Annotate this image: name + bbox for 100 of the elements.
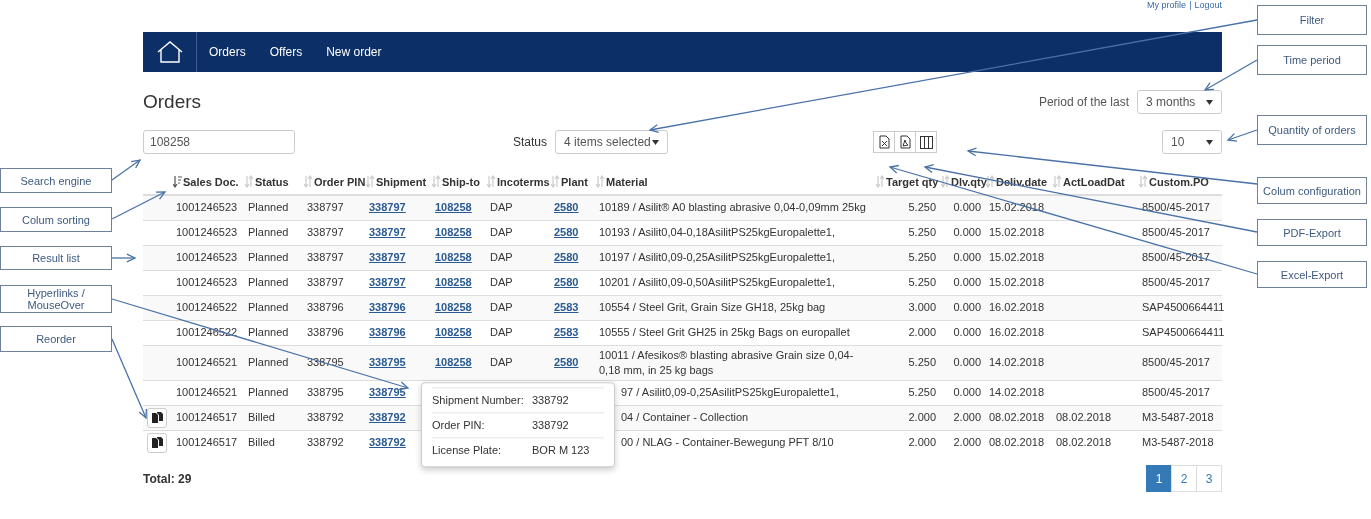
table-cell: 15.02.2018 <box>989 275 1045 290</box>
table-cell: 10201 / Asilit0,09-0,50AsilitPS25kgEuropalette1, <box>599 275 836 290</box>
table-cell-text: 97 / Asilit0,09-0,25AsilitPS25kgEuropalette1, <box>620 385 839 400</box>
table-link[interactable]: 338792 <box>369 436 406 449</box>
table-cell: Planned <box>248 225 289 240</box>
page-button[interactable]: 3 <box>1196 465 1222 492</box>
column-header[interactable]: Shipment <box>376 175 427 188</box>
table-cell: 8500/45-2017 <box>1142 225 1210 240</box>
column-header[interactable]: Dlv.qty <box>951 175 987 188</box>
table-link[interactable]: 338797 <box>369 201 406 214</box>
table-link[interactable]: 338795 <box>369 356 406 368</box>
status-label: Status <box>513 135 548 149</box>
sort-icon[interactable] <box>173 175 182 188</box>
table-link[interactable]: 108258 <box>435 276 472 288</box>
table-cell: 338796 <box>307 325 344 340</box>
page-button[interactable]: 2 <box>1171 465 1197 492</box>
table-link[interactable]: 108258 <box>435 356 472 368</box>
column-config-button[interactable] <box>915 131 937 153</box>
table-cell: M3-5487-2018 <box>1142 435 1214 451</box>
table-link[interactable]: 108258 <box>435 201 472 214</box>
table-cell: 2.000 <box>908 325 936 340</box>
table-cell: Planned <box>248 275 289 290</box>
column-header[interactable]: Custom.PO <box>1149 175 1209 188</box>
table-link[interactable]: 2580 <box>554 226 579 238</box>
table-cell: 10555 / Steel Grit GH25 in 25kg Bags on europallet <box>599 325 850 340</box>
excel-export-button[interactable] <box>873 131 895 153</box>
pdf-file-icon <box>899 135 911 149</box>
column-header[interactable]: ActLoadDat <box>1063 175 1125 188</box>
pdf-export-button[interactable] <box>894 131 916 153</box>
columns-icon <box>919 135 933 149</box>
search-field[interactable]: 108258 <box>143 130 295 154</box>
table-cell: Planned <box>248 385 289 400</box>
period-select[interactable]: 3 months <box>1137 90 1222 114</box>
annotation-callout: Filter <box>1257 5 1367 35</box>
page-size-select[interactable]: 10 <box>1162 130 1222 154</box>
table-cell: DAP <box>490 355 513 370</box>
table-link[interactable]: 338796 <box>369 301 406 313</box>
annotation-callout: PDF-Export <box>1257 219 1367 246</box>
column-header[interactable]: Deliv.date <box>996 175 1048 188</box>
annotation-callout: Result list <box>0 246 112 270</box>
table-cell: 338797 <box>307 225 344 240</box>
table-link[interactable]: 338796 <box>369 326 406 338</box>
annotation-callout: Excel-Export <box>1257 261 1367 288</box>
nav-link[interactable]: Offers <box>257 32 315 72</box>
table-cell: Planned <box>248 250 289 265</box>
annotation-callout: Colum sorting <box>0 207 112 232</box>
table-link[interactable]: 2580 <box>554 251 579 263</box>
table-cell: DAP <box>490 200 513 216</box>
table-cell-text: 04 / Container - Collection <box>620 410 749 425</box>
table-link[interactable]: 2583 <box>554 301 579 313</box>
page-button[interactable]: 1 <box>1146 465 1172 492</box>
table-link[interactable]: 108258 <box>435 251 472 263</box>
table-cell: 08.02.2018 <box>1056 410 1112 425</box>
column-header[interactable]: Target qty <box>886 175 939 188</box>
table-cell: 0.000 <box>953 385 981 400</box>
table-link[interactable]: 338792 <box>369 411 406 423</box>
table-cell: 15.02.2018 <box>989 250 1045 265</box>
caret-icon <box>652 139 660 145</box>
sort-icon[interactable] <box>941 175 950 188</box>
table-link[interactable]: 2583 <box>554 326 579 338</box>
table-link[interactable]: 108258 <box>435 301 472 313</box>
table-link[interactable]: 338797 <box>369 226 406 238</box>
table-cell: 14.02.2018 <box>989 355 1045 370</box>
header-link[interactable]: My profile <box>1147 0 1187 10</box>
status-select[interactable]: 4 items selected <box>555 130 669 154</box>
table-cell: 0.000 <box>953 275 981 290</box>
table-cell: 0.000 <box>953 250 981 265</box>
table-cell: 15.02.2018 <box>989 225 1045 240</box>
table-cell-text: 00 / NLAG - Container-Bewegung PFT 8/10 <box>620 435 834 451</box>
table-link[interactable]: 108258 <box>435 226 472 238</box>
table-cell: 10189 / Asilit® A0 blasting abrasive 0,04-0,09mm 25kg <box>599 200 866 216</box>
table-cell: 338797 <box>307 275 344 290</box>
sort-icon[interactable] <box>986 175 995 188</box>
table-link[interactable]: 2580 <box>554 356 579 368</box>
table-link[interactable]: 338795 <box>369 386 406 398</box>
reorder-button[interactable] <box>147 407 167 428</box>
column-header[interactable]: Plant <box>561 175 588 188</box>
header-link[interactable]: Logout <box>1194 0 1222 10</box>
column-header[interactable]: Order PIN <box>314 175 366 188</box>
caret-icon <box>1206 99 1213 105</box>
table-cell: 1001246523 <box>176 225 238 240</box>
column-header[interactable]: Material <box>606 175 648 188</box>
table-cell: 5.250 <box>908 355 936 370</box>
period-label: Period of the last <box>1038 95 1129 109</box>
table-link[interactable]: 2580 <box>554 201 579 214</box>
column-header[interactable]: Incoterms <box>497 175 550 188</box>
nav-link[interactable]: New order <box>314 32 394 72</box>
reorder-button[interactable] <box>147 432 167 453</box>
table-link[interactable]: 338797 <box>369 251 406 263</box>
nav-link[interactable]: Orders <box>197 32 258 72</box>
table-cell: Billed <box>248 435 275 451</box>
table-link[interactable]: 338797 <box>369 276 406 288</box>
column-header[interactable]: Sales Doc. <box>183 175 239 188</box>
table-link[interactable]: 108258 <box>435 326 472 338</box>
column-header[interactable]: Status <box>255 175 289 188</box>
total-count: Total: 29 <box>143 471 192 486</box>
table-link[interactable]: 2580 <box>554 276 579 288</box>
table-cell: 1001246517 <box>176 410 238 425</box>
column-header[interactable]: Ship-to <box>442 175 480 188</box>
table-cell: 1001246521 <box>176 385 238 400</box>
